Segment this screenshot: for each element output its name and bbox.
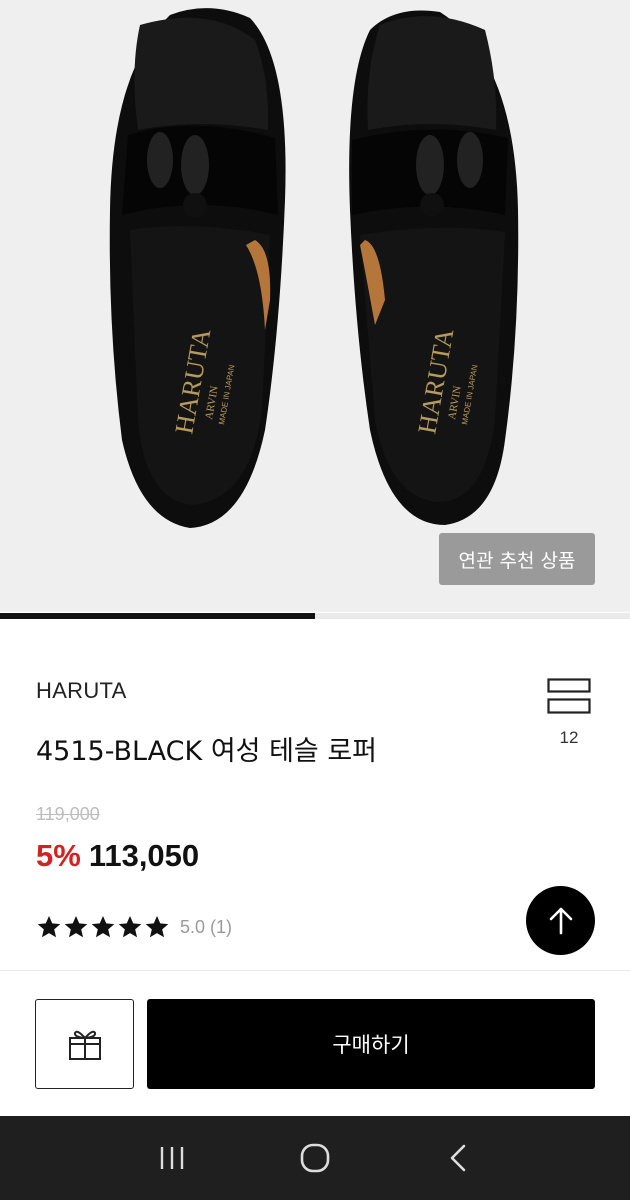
original-price: 119,000 [36,804,100,824]
arrow-up-icon [549,907,572,934]
star-icon [91,915,115,938]
carousel-progress [0,613,630,619]
gift-icon [68,1030,101,1060]
rating-text: 5.0 (1) [180,916,233,937]
product-image[interactable]: HARUTA ARVIN MADE IN JAPAN HARUTA ARVIN … [0,0,630,612]
divider [0,970,630,971]
back-button[interactable] [428,1128,488,1188]
loafers-illustration: HARUTA ARVIN MADE IN JAPAN HARUTA ARVIN … [109,8,519,528]
right-shoe: HARUTA ARVIN MADE IN JAPAN [349,10,519,525]
star-icon [118,915,142,938]
carousel-progress-fill [0,613,315,619]
wishlist-count: 12 [559,728,579,747]
related-products-button[interactable]: 연관 추천 상품 [439,533,595,585]
star-icon [64,915,88,938]
home-button[interactable] [285,1128,345,1188]
home-icon [300,1143,330,1173]
rating[interactable]: 5.0 (1) [36,914,232,940]
price-row: 5% 113,050 [36,838,199,874]
sale-price: 113,050 [88,838,200,873]
gift-button[interactable] [35,999,134,1089]
brand-name[interactable]: HARUTA [36,678,127,704]
back-icon [451,1144,466,1172]
star-icon [37,915,61,938]
rating-stars [36,914,170,940]
wishlist-button[interactable]: 12 [540,678,598,748]
product-title: 4515-BLACK 여성 테슬 로퍼 [36,736,378,767]
left-shoe: HARUTA ARVIN MADE IN JAPAN [109,8,286,528]
system-navbar [0,1116,630,1200]
recent-apps-button[interactable] [142,1128,202,1188]
buy-button[interactable]: 구매하기 [147,999,595,1089]
star-icon [145,915,169,938]
discount-rate: 5% [36,838,81,873]
wishlist-icon [547,678,591,714]
recent-apps-icon [160,1147,183,1169]
scroll-top-button[interactable] [526,886,595,955]
product-page: HARUTA ARVIN MADE IN JAPAN HARUTA ARVIN … [0,0,630,1200]
